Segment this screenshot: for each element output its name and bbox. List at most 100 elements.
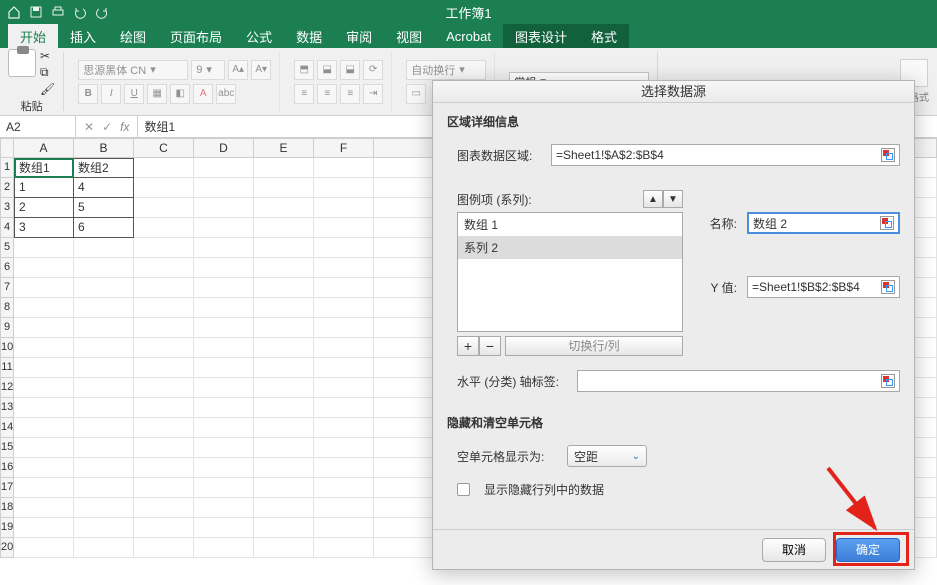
cell[interactable] — [314, 518, 374, 538]
cell[interactable] — [314, 498, 374, 518]
cell[interactable] — [254, 298, 314, 318]
cell[interactable] — [254, 478, 314, 498]
cell[interactable] — [134, 418, 194, 438]
redo-icon[interactable] — [94, 4, 110, 20]
cell[interactable] — [134, 538, 194, 558]
row-header[interactable]: 6 — [0, 258, 14, 278]
tab-draw[interactable]: 绘图 — [108, 24, 158, 48]
column-header[interactable]: F — [314, 138, 374, 158]
align-center-button[interactable]: ≡ — [317, 84, 337, 104]
cell[interactable] — [254, 278, 314, 298]
enter-formula-icon[interactable]: ✓ — [102, 120, 112, 134]
indent-button[interactable]: ⇥ — [363, 84, 383, 104]
cell[interactable] — [14, 318, 74, 338]
paste-icon[interactable] — [8, 49, 36, 77]
fx-icon[interactable]: fx — [120, 120, 129, 134]
row-header[interactable]: 2 — [0, 178, 14, 198]
cell[interactable] — [254, 458, 314, 478]
cell[interactable] — [134, 398, 194, 418]
cell[interactable] — [14, 398, 74, 418]
align-bottom-button[interactable]: ⬓ — [340, 60, 360, 80]
format-painter-icon[interactable]: 🖌 — [40, 82, 55, 96]
row-header[interactable]: 16 — [0, 458, 14, 478]
cancel-formula-icon[interactable]: ✕ — [84, 120, 94, 134]
cell[interactable] — [194, 498, 254, 518]
range-picker-icon[interactable] — [881, 148, 895, 162]
cell[interactable] — [194, 278, 254, 298]
cell[interactable] — [314, 278, 374, 298]
cell[interactable] — [254, 518, 314, 538]
cell[interactable] — [134, 238, 194, 258]
home-icon[interactable] — [6, 4, 22, 20]
chart-data-range-input[interactable]: =Sheet1!$A$2:$B$4 — [551, 144, 900, 166]
cell[interactable] — [194, 538, 254, 558]
cell[interactable] — [74, 278, 134, 298]
cell[interactable] — [14, 438, 74, 458]
cell[interactable] — [194, 198, 254, 218]
row-header[interactable]: 1 — [0, 158, 14, 178]
cell[interactable] — [194, 398, 254, 418]
name-box[interactable]: A2 — [0, 116, 76, 137]
fill-color-button[interactable]: ◧ — [170, 84, 190, 104]
series-name-input[interactable]: 数组 2 — [747, 212, 900, 234]
ok-button[interactable]: 确定 — [836, 538, 900, 562]
column-header[interactable]: D — [194, 138, 254, 158]
row-header[interactable]: 17 — [0, 478, 14, 498]
cell[interactable]: 6 — [74, 218, 134, 238]
row-header[interactable]: 18 — [0, 498, 14, 518]
cell[interactable] — [74, 418, 134, 438]
cell[interactable] — [254, 178, 314, 198]
decrease-font-button[interactable]: A▾ — [251, 60, 271, 80]
cell[interactable] — [134, 358, 194, 378]
cell[interactable] — [74, 378, 134, 398]
cell[interactable] — [314, 318, 374, 338]
cell[interactable] — [14, 458, 74, 478]
cell[interactable] — [314, 538, 374, 558]
cell[interactable] — [74, 298, 134, 318]
orientation-button[interactable]: ⟳ — [363, 60, 383, 80]
cell[interactable] — [74, 438, 134, 458]
y-values-input[interactable]: =Sheet1!$B$2:$B$4 — [747, 276, 900, 298]
tab-data[interactable]: 数据 — [284, 24, 334, 48]
cell[interactable] — [134, 178, 194, 198]
font-name-select[interactable]: 思源黑体 CN▾ — [78, 60, 188, 80]
cell[interactable] — [134, 478, 194, 498]
row-header[interactable]: 3 — [0, 198, 14, 218]
cell[interactable] — [314, 398, 374, 418]
cell[interactable] — [14, 238, 74, 258]
axis-labels-input[interactable] — [577, 370, 900, 392]
cell[interactable] — [194, 378, 254, 398]
cell[interactable] — [254, 318, 314, 338]
cell[interactable] — [194, 418, 254, 438]
cell[interactable] — [74, 478, 134, 498]
cell[interactable] — [194, 438, 254, 458]
cell[interactable] — [314, 178, 374, 198]
show-hidden-checkbox[interactable] — [457, 483, 470, 496]
cancel-button[interactable]: 取消 — [762, 538, 826, 562]
tab-formulas[interactable]: 公式 — [234, 24, 284, 48]
cell[interactable] — [134, 158, 194, 178]
cell[interactable] — [14, 538, 74, 558]
underline-button[interactable]: U — [124, 84, 144, 104]
cell[interactable] — [14, 378, 74, 398]
cell[interactable] — [194, 258, 254, 278]
cell[interactable] — [254, 378, 314, 398]
undo-icon[interactable] — [72, 4, 88, 20]
row-header[interactable]: 19 — [0, 518, 14, 538]
cut-icon[interactable]: ✂ — [40, 49, 55, 63]
merge-button[interactable]: ▭ — [406, 84, 426, 104]
cell[interactable] — [74, 358, 134, 378]
cell[interactable] — [314, 338, 374, 358]
cell[interactable] — [134, 458, 194, 478]
align-right-button[interactable]: ≡ — [340, 84, 360, 104]
font-size-select[interactable]: 9▾ — [191, 60, 225, 80]
bold-button[interactable]: B — [78, 84, 98, 104]
cell[interactable] — [194, 298, 254, 318]
cell[interactable] — [254, 338, 314, 358]
cell[interactable] — [14, 258, 74, 278]
cell[interactable]: 数组2 — [74, 158, 134, 178]
row-header[interactable]: 9 — [0, 318, 14, 338]
print-icon[interactable] — [50, 4, 66, 20]
cell[interactable] — [194, 158, 254, 178]
cell[interactable] — [194, 218, 254, 238]
